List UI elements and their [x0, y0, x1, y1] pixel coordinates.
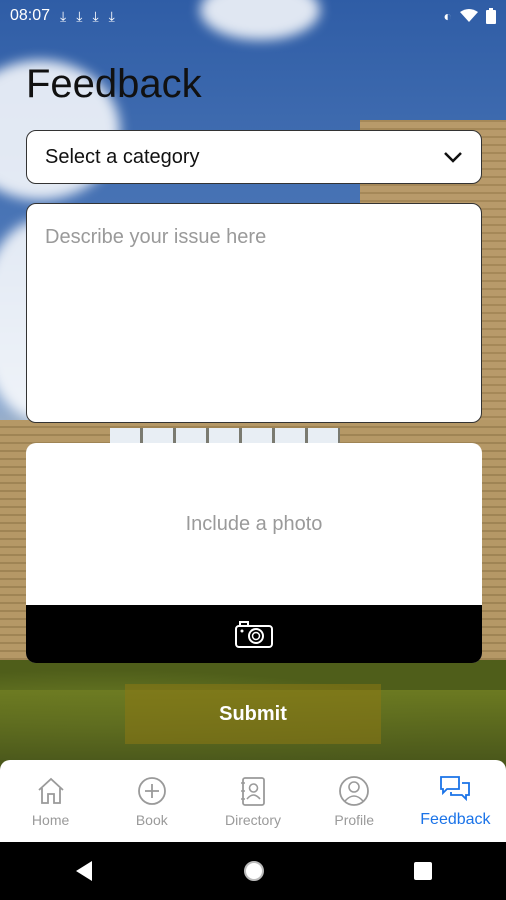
system-nav-bar	[0, 842, 506, 900]
photo-picker[interactable]: Include a photo	[26, 443, 482, 663]
back-icon[interactable]	[74, 860, 94, 882]
status-bar: 08:07 ⤓ ⤓ ⤓ ⤓ ◐	[0, 0, 506, 32]
tab-directory-label: Directory	[225, 812, 282, 828]
battery-icon	[486, 8, 496, 24]
tab-directory[interactable]: Directory	[202, 760, 303, 842]
building-windows	[110, 428, 340, 444]
download-done-icon: ⤓	[92, 7, 99, 24]
tab-feedback-label: Feedback	[420, 811, 491, 828]
camera-button[interactable]	[26, 605, 482, 663]
chat-bubbles-icon	[440, 776, 471, 802]
chevron-down-icon	[444, 152, 462, 163]
tab-feedback[interactable]: Feedback	[405, 760, 506, 842]
photo-hint: Include a photo	[185, 513, 323, 535]
tab-home-label: Home	[31, 812, 70, 828]
contacts-book-icon	[241, 777, 265, 806]
tab-bar: Home Book Directory Profile Feedback	[0, 760, 506, 842]
download-done-icon: ⤓	[76, 7, 83, 24]
home-icon	[37, 777, 64, 804]
download-done-icon: ⤓	[108, 7, 115, 24]
data-saver-icon: ◐	[443, 8, 452, 24]
category-select-value: Select a category	[45, 145, 200, 168]
home-circle-icon[interactable]	[242, 859, 266, 883]
add-circle-icon	[137, 777, 166, 805]
wifi-icon	[460, 9, 478, 22]
issue-description-field[interactable]: Describe your issue here	[26, 203, 482, 423]
page-title: Feedback	[26, 62, 202, 106]
tab-book-label: Book	[135, 812, 168, 828]
download-done-icon: ⤓	[60, 7, 67, 24]
user-circle-icon	[339, 776, 370, 806]
submit-button[interactable]: Submit	[125, 684, 381, 744]
tab-book[interactable]: Book	[101, 760, 202, 842]
category-select[interactable]: Select a category	[26, 130, 482, 184]
status-time: 08:07	[10, 7, 51, 24]
tab-profile[interactable]: Profile	[304, 760, 405, 842]
tab-home[interactable]: Home	[0, 760, 101, 842]
camera-icon	[235, 621, 273, 648]
tab-profile-label: Profile	[334, 812, 375, 828]
recents-icon[interactable]	[414, 862, 432, 880]
issue-placeholder: Describe your issue here	[45, 226, 267, 248]
